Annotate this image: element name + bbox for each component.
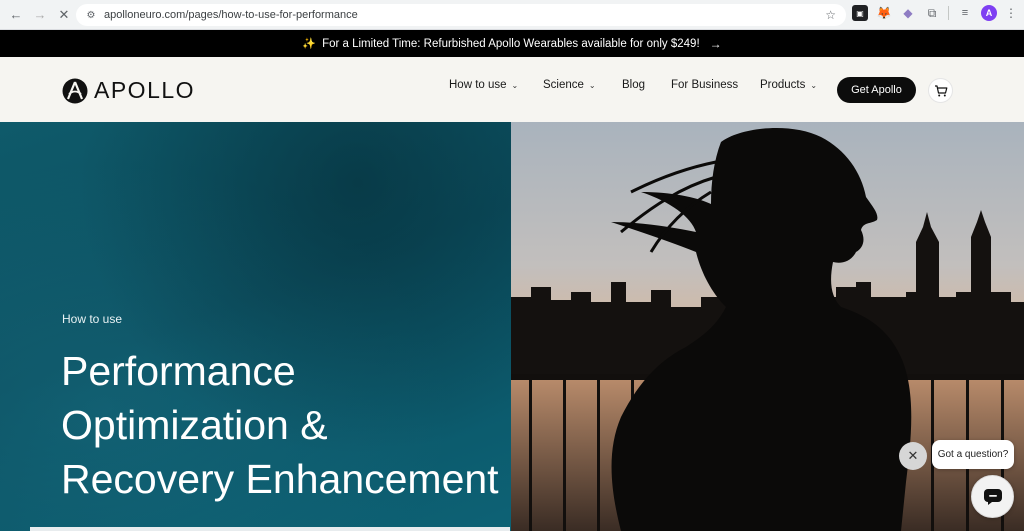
nav-label: For Business — [671, 79, 739, 91]
main-nav: How to use ⌄ Science ⌄ Blog For Business… — [449, 79, 838, 91]
hero-image — [511, 122, 1024, 531]
runner-silhouette-photo — [511, 122, 1024, 531]
hero-eyebrow: How to use — [62, 312, 123, 326]
close-icon: ✕ — [58, 6, 70, 22]
nav-how-to-use[interactable]: How to use ⌄ — [449, 79, 543, 91]
stop-loading-button[interactable]: ✕ — [52, 3, 76, 27]
bottom-scroll-strip — [30, 527, 510, 531]
site-header: APOLLO How to use ⌄ Science ⌄ Blog For B… — [0, 57, 1024, 122]
chevron-down-icon: ⌄ — [588, 80, 596, 90]
back-button[interactable]: ← — [4, 3, 28, 27]
extension-icon[interactable]: ▣ — [852, 5, 868, 21]
apollo-logo-icon — [62, 78, 88, 103]
arrow-left-icon: ← — [9, 7, 23, 22]
get-apollo-button[interactable]: Get Apollo — [837, 77, 916, 103]
nav-label: Science — [543, 79, 584, 91]
page-title: Performance Optimization & Recovery Enha… — [61, 348, 499, 502]
site-info-icon[interactable]: ⚙ — [80, 10, 102, 21]
arrow-right-icon: → — [33, 7, 47, 22]
nav-label: Products — [760, 79, 806, 91]
browser-toolbar: ← → ✕ ⚙ apolloneuro.com/pages/how-to-use… — [0, 0, 1024, 30]
metamask-fox-icon[interactable]: 🦊 — [876, 5, 892, 21]
cart-button[interactable] — [928, 78, 953, 103]
arrow-right-icon: → — [709, 36, 722, 51]
sparkle-icon: ✨ — [302, 38, 317, 50]
promo-banner[interactable]: ✨ For a Limited Time: Refurbished Apollo… — [0, 30, 1024, 57]
nav-science[interactable]: Science ⌄ — [543, 79, 622, 91]
url-text: apolloneuro.com/pages/how-to-use-for-per… — [104, 9, 358, 21]
apollo-logo[interactable]: APOLLO — [62, 77, 195, 104]
promo-text: For a Limited Time: Refurbished Apollo W… — [322, 37, 700, 50]
chevron-down-icon: ⌄ — [810, 80, 818, 90]
chat-bubble-icon — [983, 488, 1002, 505]
chat-prompt-bubble[interactable]: Got a question? — [932, 440, 1014, 469]
nav-products[interactable]: Products ⌄ — [760, 79, 838, 91]
close-icon: ✕ — [907, 448, 919, 463]
shopping-cart-icon — [934, 84, 947, 96]
nav-label: Blog — [622, 79, 646, 91]
kebab-menu-icon[interactable]: ⋮ — [1005, 7, 1017, 19]
address-bar[interactable]: ⚙ apolloneuro.com/pages/how-to-use-for-p… — [76, 4, 846, 26]
media-controls-icon[interactable]: ≡ — [957, 5, 973, 21]
extension-leaf-icon[interactable]: ◆ — [900, 5, 916, 21]
toolbar-divider — [948, 6, 949, 20]
puzzle-icon[interactable]: ⧉ — [924, 5, 940, 21]
nav-blog[interactable]: Blog — [622, 79, 671, 91]
extensions-area: ▣ 🦊 ◆ ⧉ ≡ A ⋮ — [852, 5, 1017, 21]
nav-label: How to use — [449, 79, 507, 91]
profile-avatar[interactable]: A — [981, 5, 997, 21]
chevron-down-icon: ⌄ — [511, 80, 519, 90]
hero-text-panel: How to use Performance Optimization & Re… — [0, 122, 511, 531]
nav-for-business[interactable]: For Business — [671, 79, 760, 91]
bookmark-star-icon[interactable]: ☆ — [825, 8, 836, 22]
logo-wordmark: APOLLO — [94, 77, 196, 103]
chat-dismiss-button[interactable]: ✕ — [899, 442, 927, 470]
chat-launcher-button[interactable] — [971, 475, 1014, 518]
forward-button[interactable]: → — [28, 3, 52, 27]
